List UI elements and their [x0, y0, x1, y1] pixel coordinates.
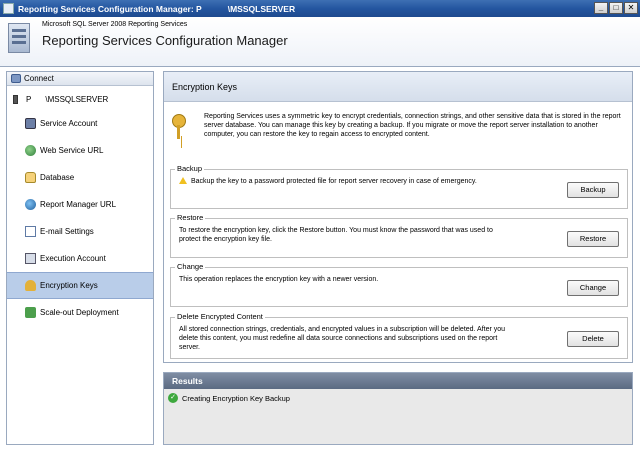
sidebar-item-label: Database	[40, 173, 75, 182]
sidebar-item-scale-out-deployment[interactable]: Scale-out Deployment	[7, 299, 153, 326]
backup-legend: Backup	[175, 164, 205, 173]
restore-button[interactable]: Restore	[567, 231, 619, 247]
sidebar-item-service-account[interactable]: Service Account	[7, 110, 153, 137]
page-title: Encryption Keys	[164, 72, 632, 102]
change-button[interactable]: Change	[567, 280, 619, 296]
minimize-button[interactable]: _	[594, 2, 608, 14]
success-check-icon: ✓	[168, 393, 178, 403]
delete-button[interactable]: Delete	[567, 331, 619, 347]
sidebar-item-execution-account[interactable]: Execution Account	[7, 245, 153, 272]
email-icon	[25, 226, 36, 237]
close-button[interactable]: ✕	[624, 2, 638, 14]
delete-group: Delete Encrypted Content All stored conn…	[170, 312, 628, 359]
result-message: Creating Encryption Key Backup	[182, 393, 290, 403]
sidebar-item-label: Report Manager URL	[40, 200, 117, 209]
keys-icon	[172, 114, 194, 140]
server-icon	[13, 94, 18, 104]
server-name: P	[26, 94, 32, 104]
results-heading: Results	[164, 373, 632, 389]
sidebar-item-label: Execution Account	[40, 254, 106, 263]
sidebar-item-report-manager-url[interactable]: Report Manager URL	[7, 191, 153, 218]
delete-legend: Delete Encrypted Content	[175, 312, 265, 321]
sidebar-nav: Service Account Web Service URL Database…	[7, 110, 153, 326]
results-panel: Results ✓ Creating Encryption Key Backup	[163, 372, 633, 445]
backup-group: Backup Backup the key to a password prot…	[170, 164, 628, 209]
server-logo-icon	[8, 23, 30, 53]
maximize-button[interactable]: □	[609, 2, 623, 14]
window-server-name: \MSSQLSERVER	[227, 3, 296, 14]
service-account-icon	[25, 118, 36, 129]
warning-icon	[179, 177, 187, 184]
app-header: Microsoft SQL Server 2008 Reporting Serv…	[0, 17, 640, 67]
sidebar-item-label: Encryption Keys	[40, 281, 98, 290]
window-title: Reporting Services Configuration Manager…	[18, 3, 202, 14]
sidebar-item-encryption-keys[interactable]: Encryption Keys	[7, 272, 153, 299]
restore-legend: Restore	[175, 213, 206, 222]
backup-button[interactable]: Backup	[567, 182, 619, 198]
connect-icon	[11, 74, 21, 83]
restore-group: Restore To restore the encryption key, c…	[170, 213, 628, 258]
app-title: Reporting Services Configuration Manager	[42, 33, 288, 48]
sidebar-item-web-service-url[interactable]: Web Service URL	[7, 137, 153, 164]
intro-text: Reporting Services uses a symmetric key …	[204, 113, 621, 138]
report-manager-icon	[25, 199, 36, 210]
intro-section: Reporting Services uses a symmetric key …	[164, 102, 632, 154]
restore-description: To restore the encryption key, click the…	[179, 227, 493, 243]
backup-description: Backup the key to a password protected f…	[179, 177, 479, 186]
delete-description: All stored connection strings, credentia…	[179, 326, 506, 351]
change-legend: Change	[175, 262, 206, 271]
sidebar-item-database[interactable]: Database	[7, 164, 153, 191]
scale-out-icon	[25, 307, 36, 318]
change-group: Change This operation replaces the encry…	[170, 262, 628, 307]
instance-name: \MSSQLSERVER	[45, 94, 109, 104]
web-service-icon	[25, 145, 36, 156]
execution-account-icon	[25, 253, 36, 264]
connect-button[interactable]: Connect	[7, 72, 153, 86]
sidebar: Connect P \MSSQLSERVER Service Account W…	[6, 71, 154, 445]
change-description: This operation replaces the encryption k…	[179, 276, 379, 283]
sidebar-item-label: Service Account	[40, 119, 98, 128]
connect-label: Connect	[24, 74, 54, 83]
server-node: P \MSSQLSERVER	[7, 90, 153, 108]
database-icon	[25, 172, 36, 183]
app-icon	[3, 3, 14, 14]
product-name: Microsoft SQL Server 2008 Reporting Serv…	[42, 21, 188, 28]
sidebar-item-label: Web Service URL	[40, 146, 104, 155]
encryption-keys-icon	[25, 280, 36, 291]
result-item: ✓ Creating Encryption Key Backup	[164, 391, 632, 405]
sidebar-item-label: Scale-out Deployment	[40, 308, 119, 317]
sidebar-item-label: E-mail Settings	[40, 227, 94, 236]
title-bar: Reporting Services Configuration Manager…	[0, 0, 640, 17]
main-panel: Encryption Keys Reporting Services uses …	[163, 71, 633, 363]
sidebar-item-email-settings[interactable]: E-mail Settings	[7, 218, 153, 245]
